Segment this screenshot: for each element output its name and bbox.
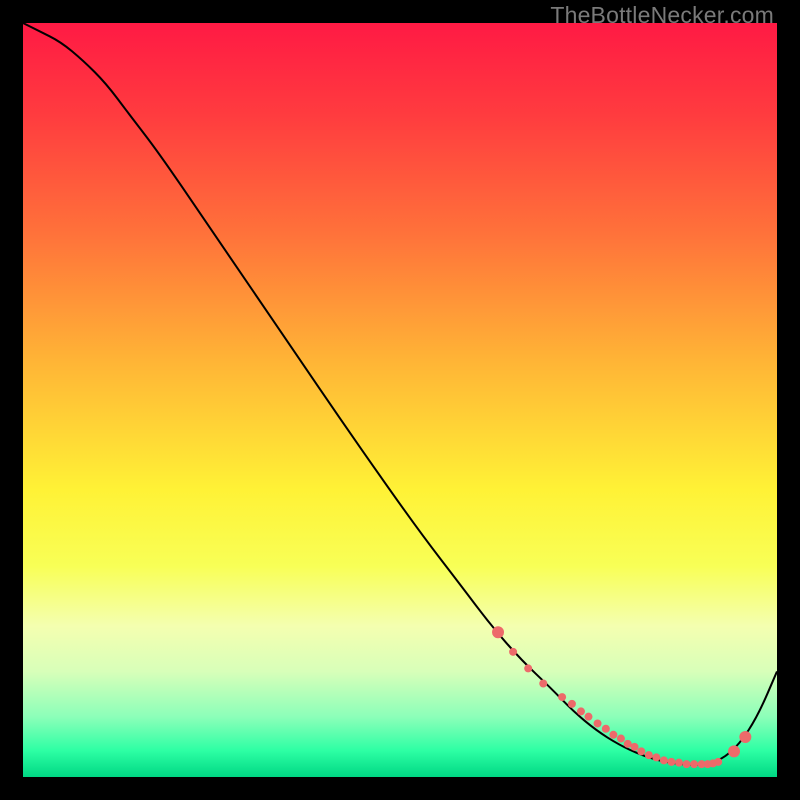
data-dot xyxy=(558,693,566,701)
chart-frame xyxy=(23,23,777,777)
data-dot xyxy=(728,745,740,757)
data-dot xyxy=(652,753,660,761)
watermark-label: TheBottleNecker.com xyxy=(550,2,774,29)
gradient-background xyxy=(23,23,777,777)
data-dot xyxy=(585,713,593,721)
data-dot xyxy=(602,725,610,733)
data-dot xyxy=(739,731,751,743)
data-dot xyxy=(568,700,576,708)
data-dot xyxy=(492,626,504,638)
data-dot xyxy=(690,760,698,768)
data-dot xyxy=(637,747,645,755)
bottleneck-chart xyxy=(23,23,777,777)
data-dot xyxy=(660,756,668,764)
data-dot xyxy=(645,751,653,759)
data-dot xyxy=(630,743,638,751)
data-dot xyxy=(509,648,517,656)
data-dot xyxy=(675,759,683,767)
data-dot xyxy=(714,758,722,766)
data-dot xyxy=(683,760,691,768)
data-dot xyxy=(524,664,532,672)
data-dot xyxy=(667,758,675,766)
data-dot xyxy=(539,680,547,688)
data-dot xyxy=(594,719,602,727)
data-dot xyxy=(609,731,617,739)
data-dot xyxy=(577,707,585,715)
data-dot xyxy=(617,735,625,743)
